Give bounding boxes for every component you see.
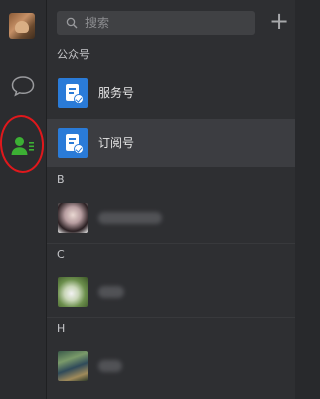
add-contact-button[interactable]: + bbox=[267, 9, 291, 34]
section-header-b: B bbox=[47, 169, 295, 191]
list-item-label: 服务号 bbox=[98, 86, 135, 100]
wechat-window: + 公众号 服务号 订阅号 B bbox=[0, 0, 295, 399]
search-box[interactable] bbox=[57, 11, 255, 35]
list-item-label: 订阅号 bbox=[98, 136, 135, 150]
search-input[interactable] bbox=[85, 11, 250, 35]
list-item-contact[interactable] bbox=[47, 194, 295, 242]
nav-rail bbox=[0, 0, 47, 399]
contacts-icon[interactable] bbox=[10, 134, 36, 158]
contact-avatar bbox=[58, 277, 88, 307]
list-item-contact[interactable] bbox=[47, 342, 295, 390]
service-account-icon bbox=[58, 78, 88, 108]
redacted-name bbox=[98, 286, 124, 298]
list-item-subscription-account[interactable]: 订阅号 bbox=[47, 119, 295, 167]
redacted-name bbox=[98, 360, 122, 372]
user-avatar[interactable] bbox=[9, 13, 35, 39]
section-header-h: H bbox=[47, 318, 295, 340]
list-item-contact[interactable] bbox=[47, 268, 295, 316]
chat-icon[interactable] bbox=[10, 74, 36, 98]
redacted-name bbox=[98, 212, 162, 224]
section-header-c: C bbox=[47, 244, 295, 266]
subscription-account-icon bbox=[58, 128, 88, 158]
contacts-panel: + 公众号 服务号 订阅号 B bbox=[47, 0, 295, 399]
contact-avatar bbox=[58, 203, 88, 233]
contact-avatar bbox=[58, 351, 88, 381]
search-bar: + bbox=[47, 0, 295, 44]
search-icon bbox=[66, 17, 78, 29]
section-header-official-accounts: 公众号 bbox=[47, 44, 295, 66]
list-item-service-account[interactable]: 服务号 bbox=[47, 69, 295, 117]
